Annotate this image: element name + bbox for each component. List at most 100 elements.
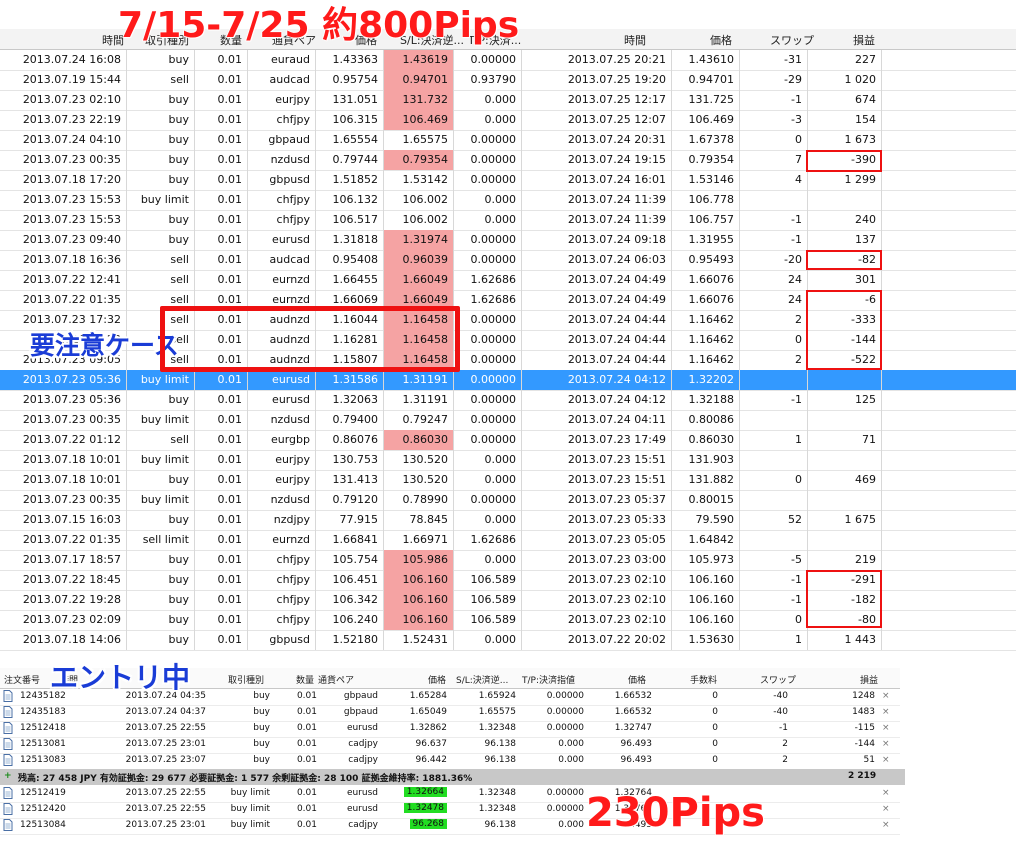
history-cell: 2013.07.23 15:51 bbox=[522, 450, 672, 470]
history-cell: 2013.07.24 04:12 bbox=[522, 370, 672, 390]
history-cell: 106.778 bbox=[672, 190, 740, 210]
history-cell: 219 bbox=[808, 550, 882, 570]
history-cell: 2013.07.17 18:57 bbox=[0, 550, 127, 570]
history-cell: 0.01 bbox=[195, 210, 248, 230]
history-cell: eurusd bbox=[248, 390, 316, 410]
entry-col-header[interactable]: 注文番号 bbox=[4, 673, 40, 686]
history-cell: nzdjpy bbox=[248, 510, 316, 530]
history-row[interactable]: 2013.07.22 01:35 sell limit 0.01 eurnzd 1.66… bbox=[0, 530, 1016, 551]
history-row[interactable]: 2013.07.18 10:01 buy limit 0.01 eurjpy 130.7… bbox=[0, 450, 1016, 471]
history-row[interactable]: 2013.07.22 01:12 sell 0.01 eurgbp 0.86076 0.8… bbox=[0, 430, 1016, 451]
history-cell: chfjpy bbox=[248, 210, 316, 230]
history-row[interactable]: 2013.07.23 22:19 buy 0.01 chfjpy 106.315 106.… bbox=[0, 110, 1016, 131]
history-cell bbox=[740, 370, 808, 390]
history-cell: 0.96039 bbox=[384, 250, 454, 270]
history-row[interactable]: 2013.07.23 00:35 buy limit 0.01 nzdusd 0.794… bbox=[0, 410, 1016, 431]
entry-col-header[interactable]: 価格 bbox=[628, 673, 646, 686]
history-cell: 131.725 bbox=[672, 90, 740, 110]
history-cell: 106.002 bbox=[384, 210, 454, 230]
history-cell: 2 bbox=[740, 310, 808, 330]
entry-col-header[interactable]: 価格 bbox=[428, 673, 446, 686]
history-cell: -1 bbox=[740, 570, 808, 590]
history-cell: 2013.07.18 10:01 bbox=[0, 450, 127, 470]
history-cell: 2013.07.23 05:37 bbox=[522, 490, 672, 510]
history-cell: 1.62686 bbox=[454, 290, 522, 310]
entry-col-header[interactable]: スワップ bbox=[760, 673, 796, 686]
position-row[interactable]: 12435183 2013.07.24 04:37 buy 0.01 gbpaud 1.6… bbox=[0, 705, 900, 722]
history-cell: 1.52180 bbox=[316, 630, 384, 650]
position-row[interactable]: 12513083 2013.07.25 23:07 buy 0.01 cadjpy 96.… bbox=[0, 753, 900, 770]
history-row[interactable]: 2013.07.15 16:03 buy 0.01 nzdjpy 77.915 78.84… bbox=[0, 510, 1016, 531]
entry-col-header[interactable]: S/L:決済逆... bbox=[456, 673, 508, 686]
history-cell: 1 443 bbox=[808, 630, 882, 650]
position-cell: 1.32348 bbox=[478, 788, 516, 798]
position-row[interactable]: 12512420 2013.07.25 22:55 buy limit 0.01 eur… bbox=[0, 802, 900, 819]
history-cell: 1 020 bbox=[808, 70, 882, 90]
entry-col-header[interactable]: 損益 bbox=[860, 673, 878, 686]
position-cell: 12512420 bbox=[20, 804, 66, 814]
close-position-icon[interactable]: × bbox=[882, 691, 890, 701]
history-cell: buy bbox=[127, 210, 195, 230]
entry-col-header[interactable]: T/P:決済指値 bbox=[522, 673, 575, 686]
history-col-header[interactable]: 損益 bbox=[853, 32, 875, 48]
history-cell: 1.43363 bbox=[316, 50, 384, 70]
history-row[interactable]: 2013.07.23 02:10 buy 0.01 eurjpy 131.051 131.… bbox=[0, 90, 1016, 111]
close-position-icon[interactable]: × bbox=[882, 707, 890, 717]
close-position-icon[interactable]: × bbox=[882, 723, 890, 733]
history-cell bbox=[808, 450, 882, 470]
history-cell: 2013.07.22 01:12 bbox=[0, 430, 127, 450]
history-cell: 0.01 bbox=[195, 490, 248, 510]
history-cell: 1.66971 bbox=[384, 530, 454, 550]
history-row[interactable]: 2013.07.23 15:53 buy limit 0.01 chfjpy 106.1… bbox=[0, 190, 1016, 211]
entry-col-header[interactable]: 手数料 bbox=[690, 673, 717, 686]
entry-col-header[interactable]: 通貨ペア bbox=[318, 673, 354, 686]
position-row[interactable]: 12512418 2013.07.25 22:55 buy 0.01 eurusd 1.3… bbox=[0, 721, 900, 738]
history-cell: -31 bbox=[740, 50, 808, 70]
history-row[interactable]: 2013.07.24 04:10 buy 0.01 gbpaud 1.65554 1.65… bbox=[0, 130, 1016, 151]
position-row[interactable]: 12513081 2013.07.25 23:01 buy 0.01 cadjpy 96.… bbox=[0, 737, 900, 754]
close-position-icon[interactable]: × bbox=[882, 804, 890, 814]
history-row[interactable]: 2013.07.19 15:44 sell 0.01 audcad 0.95754 0.9… bbox=[0, 70, 1016, 91]
history-cell: 0.000 bbox=[454, 510, 522, 530]
history-row[interactable]: 2013.07.18 17:20 buy 0.01 gbpusd 1.51852 1.53… bbox=[0, 170, 1016, 191]
history-row[interactable]: 2013.07.23 05:36 buy limit 0.01 eurusd 1.315… bbox=[0, 370, 1016, 391]
history-row[interactable]: 2013.07.23 05:36 buy 0.01 eurusd 1.32063 1.31… bbox=[0, 390, 1016, 411]
history-cell: 4 bbox=[740, 170, 808, 190]
history-row[interactable]: 2013.07.24 16:08 buy 0.01 euraud 1.43363 1.43… bbox=[0, 50, 1016, 71]
close-position-icon[interactable]: × bbox=[882, 788, 890, 798]
position-cell: 0.01 bbox=[296, 691, 317, 701]
history-cell bbox=[740, 490, 808, 510]
history-col-header[interactable]: 価格 bbox=[710, 32, 732, 48]
close-position-icon[interactable]: × bbox=[882, 755, 890, 765]
history-cell: buy bbox=[127, 110, 195, 130]
position-cell: 96.138 bbox=[484, 755, 517, 765]
entry-col-header[interactable]: 数量 bbox=[296, 673, 314, 686]
history-cell: 0.94701 bbox=[672, 70, 740, 90]
history-row[interactable]: 2013.07.23 15:53 buy 0.01 chfjpy 106.517 106.… bbox=[0, 210, 1016, 231]
history-col-header[interactable]: スワップ bbox=[770, 32, 814, 48]
history-cell: 2013.07.22 01:35 bbox=[0, 290, 127, 310]
position-row[interactable]: 12513084 2013.07.25 23:01 buy limit 0.01 cad… bbox=[0, 818, 900, 835]
history-cell: 1.32202 bbox=[672, 370, 740, 390]
history-row[interactable]: 2013.07.18 10:01 buy 0.01 eurjpy 131.413 130.… bbox=[0, 470, 1016, 491]
entry-col-header[interactable]: 取引種別 bbox=[228, 673, 264, 686]
position-row[interactable]: 12512419 2013.07.25 22:55 buy limit 0.01 eur… bbox=[0, 786, 900, 803]
position-cell: 12513083 bbox=[20, 755, 66, 765]
history-row[interactable]: 2013.07.23 00:35 buy limit 0.01 nzdusd 0.791… bbox=[0, 490, 1016, 511]
history-cell: 0.01 bbox=[195, 270, 248, 290]
history-row[interactable]: 2013.07.23 09:40 buy 0.01 eurusd 1.31818 1.31… bbox=[0, 230, 1016, 251]
history-row[interactable]: 2013.07.17 18:57 buy 0.01 chfjpy 105.754 105.… bbox=[0, 550, 1016, 571]
history-col-header[interactable]: 時間 bbox=[624, 32, 646, 48]
history-cell: 0.00000 bbox=[454, 250, 522, 270]
history-row[interactable]: 2013.07.18 14:06 buy 0.01 gbpusd 1.52180 1.52… bbox=[0, 630, 1016, 651]
history-cell: 0.00000 bbox=[454, 150, 522, 170]
history-cell: 0.00000 bbox=[454, 310, 522, 330]
entry-label: エントリ中 bbox=[50, 661, 191, 694]
history-cell: 2013.07.24 09:18 bbox=[522, 230, 672, 250]
close-position-icon[interactable]: × bbox=[882, 820, 890, 830]
history-row[interactable]: 2013.07.22 12:41 sell 0.01 eurnzd 1.66455 1.6… bbox=[0, 270, 1016, 291]
history-cell: 1.62686 bbox=[454, 270, 522, 290]
history-cell: 2013.07.24 04:44 bbox=[522, 350, 672, 370]
close-position-icon[interactable]: × bbox=[882, 739, 890, 749]
loss-box-4 bbox=[806, 570, 882, 628]
